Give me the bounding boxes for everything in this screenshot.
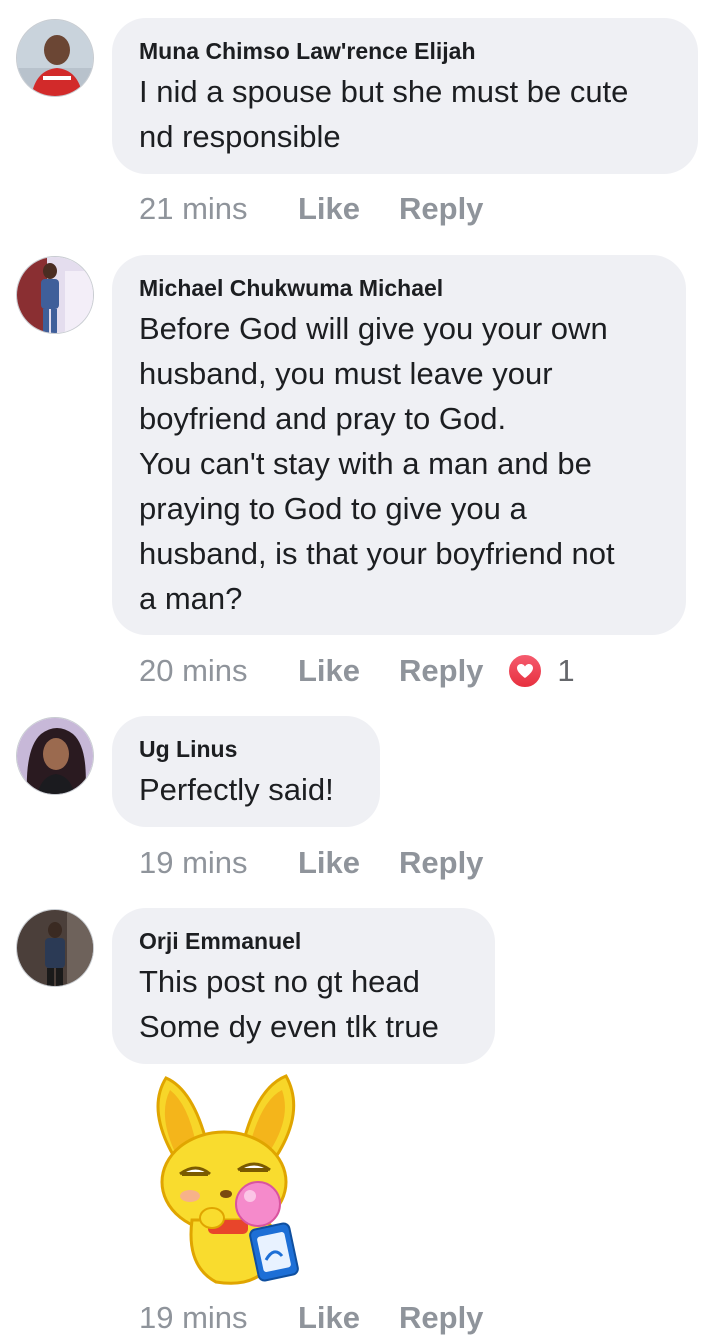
avatar[interactable] <box>16 909 94 987</box>
reply-button[interactable]: Reply <box>399 1300 483 1336</box>
comment-item: Orji Emmanuel This post no gt head Some … <box>0 0 720 1335</box>
comment-actions: 19 mins Like Reply <box>139 1298 521 1338</box>
like-button[interactable]: Like <box>298 1300 361 1336</box>
comment-timestamp[interactable]: 19 mins <box>139 1300 298 1336</box>
comment-text: This post no gt head Some dy even tlk tr… <box>139 964 439 1044</box>
comment-bubble[interactable]: Orji Emmanuel This post no gt head Some … <box>112 908 495 1064</box>
profile-photo-icon <box>17 910 93 986</box>
comment-author[interactable]: Orji Emmanuel <box>139 928 469 955</box>
yellow-bunny-bubblegum-sticker-icon[interactable] <box>146 1070 306 1290</box>
